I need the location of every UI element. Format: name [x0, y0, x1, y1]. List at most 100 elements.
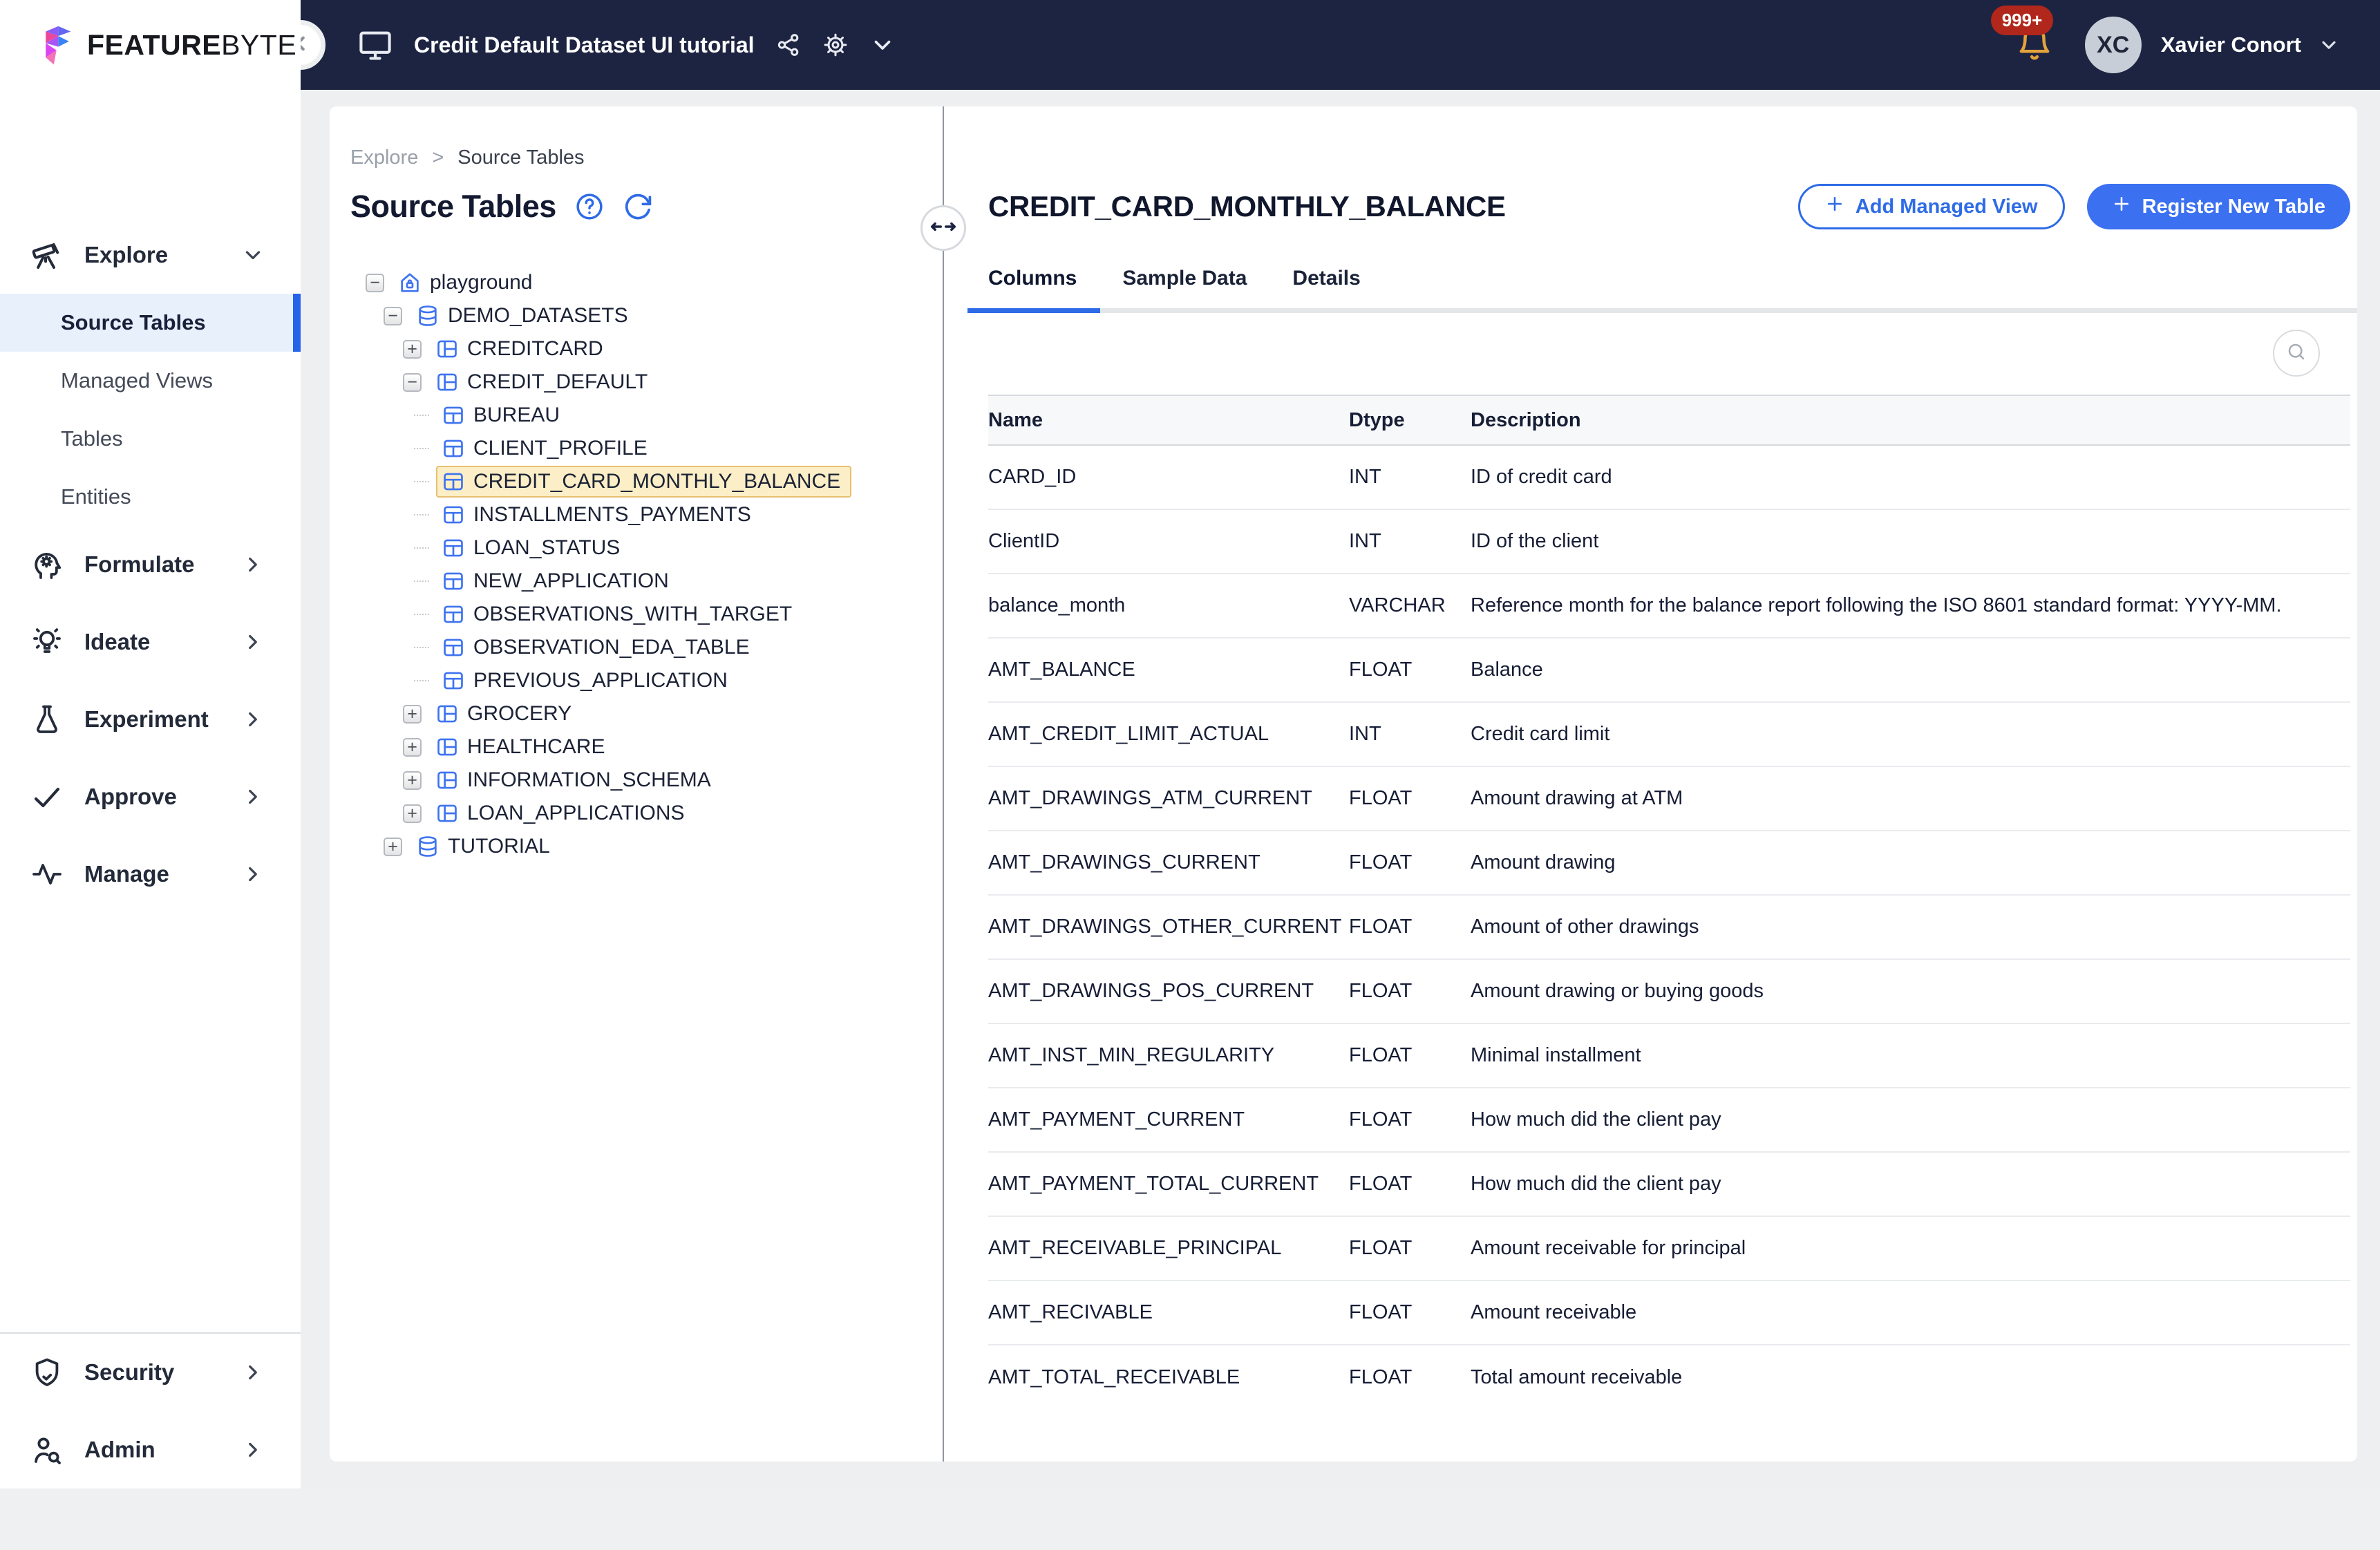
- table-row-clientid[interactable]: ClientID INT ID of the client: [988, 510, 2350, 574]
- tree-node-tutorial[interactable]: + TUTORIAL: [350, 830, 943, 863]
- table-icon: [442, 404, 465, 427]
- tree-node-label: LOAN_APPLICATIONS: [467, 802, 685, 825]
- schema-icon: [435, 802, 459, 825]
- chevron-right-icon: [241, 1438, 265, 1462]
- tree-connector: [414, 680, 429, 681]
- formulate-icon: [30, 548, 64, 581]
- refresh-icon[interactable]: [623, 191, 653, 222]
- collapse-expander[interactable]: −: [384, 307, 402, 325]
- table-row-amt_drawings_other_current[interactable]: AMT_DRAWINGS_OTHER_CURRENT FLOAT Amount …: [988, 896, 2350, 960]
- schema-icon: [435, 370, 459, 394]
- panel-splitter[interactable]: [943, 106, 944, 1462]
- table-row-amt_receivable_principal[interactable]: AMT_RECEIVABLE_PRINCIPAL FLOAT Amount re…: [988, 1217, 2350, 1281]
- table-row-amt_recivable[interactable]: AMT_RECIVABLE FLOAT Amount receivable: [988, 1281, 2350, 1345]
- sidebar-item-source-tables[interactable]: Source Tables: [0, 294, 301, 352]
- cell-name: AMT_DRAWINGS_ATM_CURRENT: [988, 775, 1349, 822]
- user-menu-chevron-down-icon[interactable]: [2318, 34, 2340, 56]
- table-row-amt_drawings_current[interactable]: AMT_DRAWINGS_CURRENT FLOAT Amount drawin…: [988, 831, 2350, 896]
- table-row-amt_payment_current[interactable]: AMT_PAYMENT_CURRENT FLOAT How much did t…: [988, 1088, 2350, 1153]
- tree-connector: [414, 415, 429, 416]
- tree-node-loan_status[interactable]: LOAN_STATUS: [350, 531, 943, 565]
- tree-node-creditcard[interactable]: + CREDITCARD: [350, 332, 943, 366]
- cell-name: AMT_RECEIVABLE_PRINCIPAL: [988, 1225, 1349, 1272]
- cell-dtype: FLOAT: [1349, 1225, 1471, 1272]
- sidebar-section-explore[interactable]: Explore: [0, 216, 301, 294]
- table-row-amt_drawings_atm_current[interactable]: AMT_DRAWINGS_ATM_CURRENT FLOAT Amount dr…: [988, 767, 2350, 831]
- sidebar-item-tables[interactable]: Tables: [0, 410, 301, 468]
- bell-icon: [2016, 53, 2053, 65]
- add-managed-view-button[interactable]: Add Managed View: [1798, 184, 2065, 229]
- breadcrumb-root[interactable]: Explore: [350, 147, 418, 169]
- notifications-button[interactable]: 999+: [2016, 25, 2053, 66]
- chevron-right-icon: [241, 785, 265, 809]
- tree-node-grocery[interactable]: + GROCERY: [350, 697, 943, 730]
- search-button[interactable]: [2273, 330, 2320, 377]
- column-header-description: Description: [1471, 409, 2350, 432]
- sidebar-section-security[interactable]: Security: [0, 1334, 301, 1411]
- share-icon[interactable]: [775, 32, 802, 58]
- splitter-handle[interactable]: [920, 205, 966, 251]
- table-row-amt_total_receivable[interactable]: AMT_TOTAL_RECEIVABLE FLOAT Total amount …: [988, 1345, 2350, 1410]
- help-circle-icon[interactable]: [574, 191, 605, 222]
- table-row-amt_inst_min_regularity[interactable]: AMT_INST_MIN_REGULARITY FLOAT Minimal in…: [988, 1024, 2350, 1088]
- tree-node-bureau[interactable]: BUREAU: [350, 399, 943, 432]
- sidebar-section-formulate[interactable]: Formulate: [0, 526, 301, 603]
- sidebar-section-ideate[interactable]: Ideate: [0, 603, 301, 681]
- tree-node-chip: INSTALLMENTS_PAYMENTS: [436, 499, 762, 531]
- sidebar-section-label: Ideate: [84, 629, 150, 655]
- tree-node-installments_payments[interactable]: INSTALLMENTS_PAYMENTS: [350, 498, 943, 531]
- table-row-card_id[interactable]: CARD_ID INT ID of credit card: [988, 446, 2350, 510]
- expand-expander[interactable]: +: [403, 705, 422, 724]
- sidebar-section-admin[interactable]: Admin: [0, 1411, 301, 1488]
- sidebar-section-approve[interactable]: Approve: [0, 758, 301, 835]
- sidebar-section-manage[interactable]: Manage: [0, 835, 301, 913]
- register-new-table-button[interactable]: Register New Table: [2087, 184, 2350, 229]
- gear-icon[interactable]: [822, 32, 849, 58]
- sidebar-item-entities[interactable]: Entities: [0, 468, 301, 526]
- tree-node-loan_applications[interactable]: + LOAN_APPLICATIONS: [350, 797, 943, 830]
- schema-icon: [435, 768, 459, 792]
- tree-node-information_schema[interactable]: + INFORMATION_SCHEMA: [350, 764, 943, 797]
- cell-description: Balance: [1471, 643, 2350, 697]
- tab-columns[interactable]: Columns: [988, 267, 1077, 290]
- experiment-icon: [30, 703, 64, 736]
- tab-details[interactable]: Details: [1292, 267, 1360, 290]
- tree-node-new_application[interactable]: NEW_APPLICATION: [350, 565, 943, 598]
- cell-description: ID of credit card: [1471, 451, 2350, 504]
- tree-node-credit_default[interactable]: − CREDIT_DEFAULT: [350, 366, 943, 399]
- breadcrumb-current[interactable]: Source Tables: [457, 147, 584, 169]
- tree-node-credit_card_monthly_balance[interactable]: CREDIT_CARD_MONTHLY_BALANCE: [350, 465, 943, 498]
- tree-node-client_profile[interactable]: CLIENT_PROFILE: [350, 432, 943, 465]
- expand-expander[interactable]: +: [384, 838, 402, 856]
- collapse-expander[interactable]: −: [366, 274, 384, 292]
- tree-node-chip: TUTORIAL: [410, 831, 561, 862]
- tree-node-previous_application[interactable]: PREVIOUS_APPLICATION: [350, 664, 943, 697]
- expand-expander[interactable]: +: [403, 804, 422, 823]
- expand-expander[interactable]: +: [403, 738, 422, 757]
- tree-node-demo_datasets[interactable]: − DEMO_DATASETS: [350, 299, 943, 332]
- tree-node-playground[interactable]: − playground: [350, 266, 943, 299]
- table-row-amt_balance[interactable]: AMT_BALANCE FLOAT Balance: [988, 639, 2350, 703]
- tree-node-observation_eda_table[interactable]: OBSERVATION_EDA_TABLE: [350, 631, 943, 664]
- project-chevron-down-icon[interactable]: [869, 32, 896, 58]
- sidebar-section-experiment[interactable]: Experiment: [0, 681, 301, 758]
- table-row-amt_payment_total_current[interactable]: AMT_PAYMENT_TOTAL_CURRENT FLOAT How much…: [988, 1153, 2350, 1217]
- ideate-icon: [30, 625, 64, 659]
- tree-node-healthcare[interactable]: + HEALTHCARE: [350, 730, 943, 764]
- sidebar-nav: Explore Source Tables Managed Views Tabl…: [0, 90, 301, 913]
- avatar[interactable]: XC: [2085, 17, 2142, 73]
- cell-name: AMT_DRAWINGS_POS_CURRENT: [988, 967, 1349, 1015]
- columns-table-body: CARD_ID INT ID of credit card ClientID I…: [988, 446, 2350, 1410]
- brand-logo: FEATUREBYTE: [0, 0, 301, 90]
- sidebar-section: Admin: [0, 1411, 301, 1488]
- table-row-balance_month[interactable]: balance_month VARCHAR Reference month fo…: [988, 574, 2350, 639]
- table-icon: [442, 536, 465, 560]
- expand-expander[interactable]: +: [403, 771, 422, 790]
- collapse-expander[interactable]: −: [403, 373, 422, 392]
- table-row-amt_credit_limit_actual[interactable]: AMT_CREDIT_LIMIT_ACTUAL INT Credit card …: [988, 703, 2350, 767]
- tab-sample-data[interactable]: Sample Data: [1122, 267, 1247, 290]
- table-row-amt_drawings_pos_current[interactable]: AMT_DRAWINGS_POS_CURRENT FLOAT Amount dr…: [988, 960, 2350, 1024]
- expand-expander[interactable]: +: [403, 340, 422, 359]
- sidebar-item-managed-views[interactable]: Managed Views: [0, 352, 301, 410]
- tree-node-observations_with_target[interactable]: OBSERVATIONS_WITH_TARGET: [350, 598, 943, 631]
